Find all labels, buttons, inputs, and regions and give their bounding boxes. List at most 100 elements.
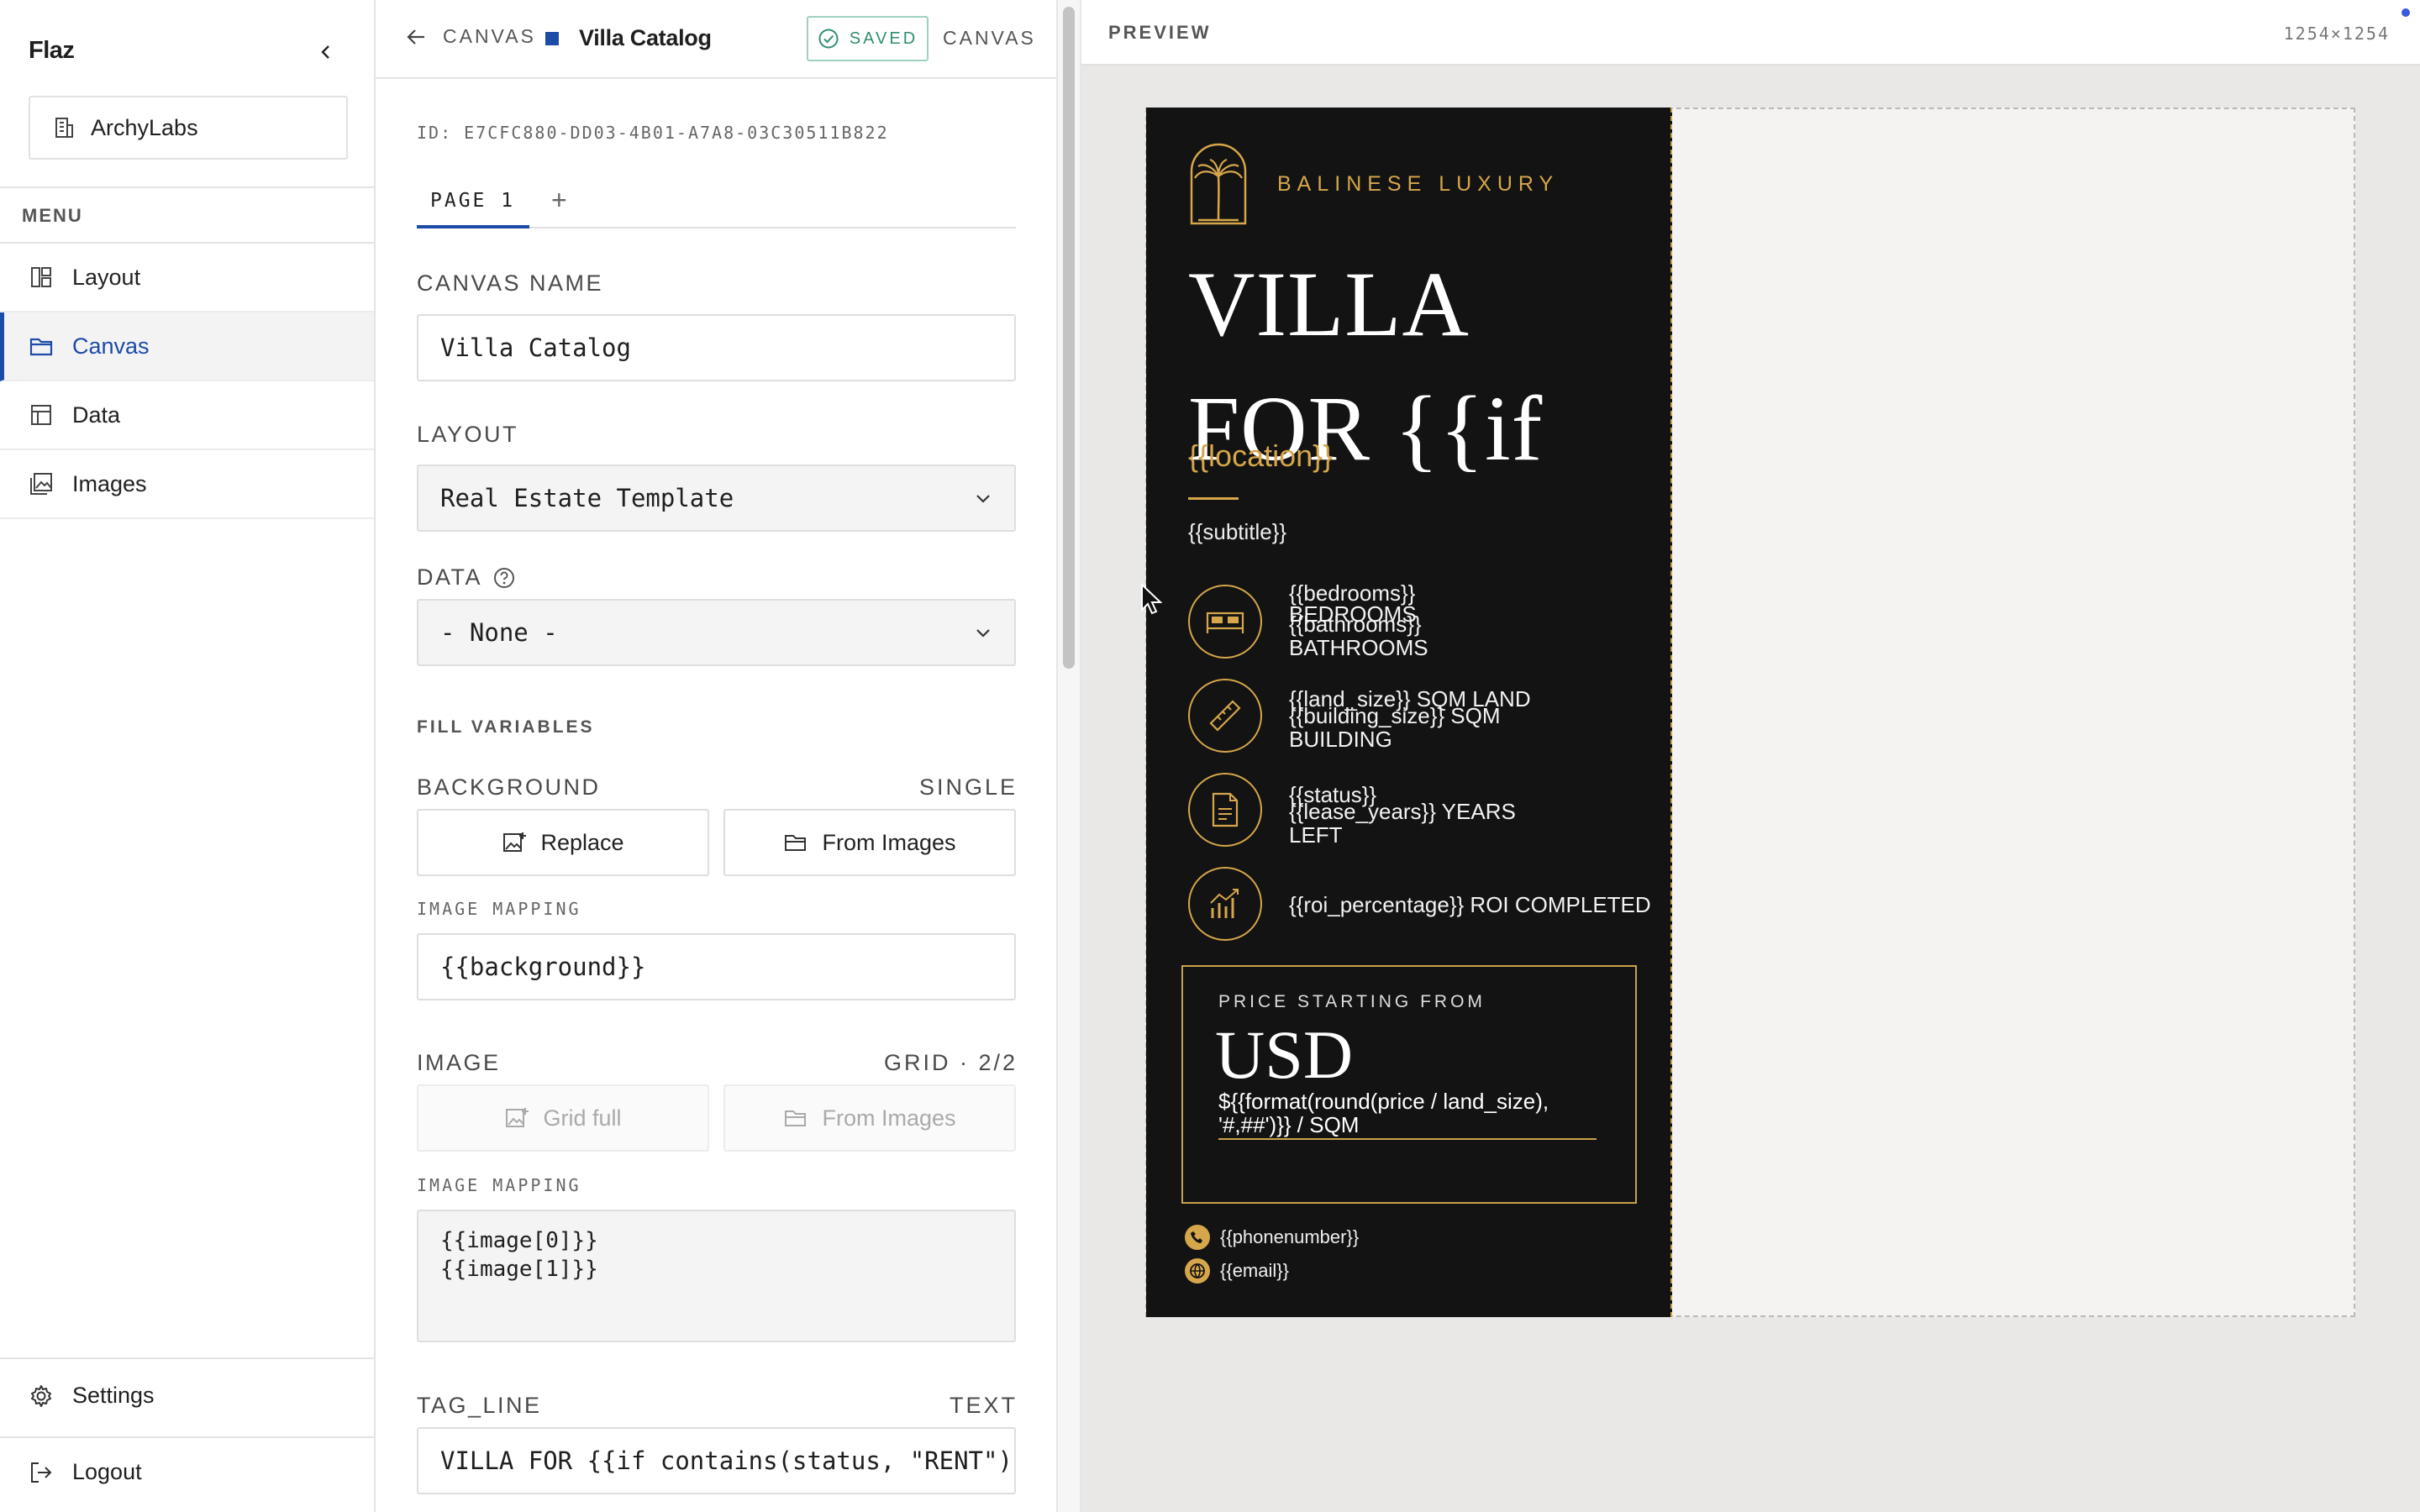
status-dot <box>2402 8 2410 17</box>
data-label: DATA <box>417 564 483 590</box>
image-label: IMAGE <box>417 1050 501 1075</box>
fill-variables-heading: FILL VARIABLES <box>417 717 595 737</box>
canvas-name-label: CANVAS NAME <box>417 270 604 296</box>
workspace-name: ArchyLabs <box>91 114 198 140</box>
folder-open-icon <box>785 835 807 851</box>
poster-preview: BALINESE LUXURY VILLA FOR {{if {{locatio… <box>1146 108 1672 1317</box>
globe-icon <box>1185 1258 1210 1284</box>
tag-line-input[interactable]: VILLA FOR {{if contains(status, "RENT") <box>417 1427 1016 1494</box>
lease-years: {{lease_years}} YEARS <box>1289 799 1516 824</box>
feature-size: {{land_size}} SQM LAND {{building_size}}… <box>1289 687 1531 751</box>
contact-phone: {{phonenumber}} <box>1185 1225 1359 1250</box>
image-add-icon <box>503 832 527 852</box>
price-currency: USD <box>1215 1016 1354 1093</box>
building-size: {{building_size}} SQM <box>1289 703 1501 728</box>
add-page-button[interactable]: + <box>551 185 567 216</box>
menu-heading: MENU <box>22 205 83 226</box>
folder-open-icon <box>785 1110 807 1126</box>
bathrooms-value: {{bathrooms}} <box>1289 612 1422 637</box>
gear-icon <box>31 1384 51 1407</box>
price-label: PRICE STARTING FROM <box>1218 992 1486 1011</box>
table-icon <box>31 405 51 425</box>
sidebar: Flaz ArchyLabs MENU Layout Canvas Data I… <box>0 0 376 1512</box>
data-select[interactable]: - None - <box>417 599 1016 666</box>
sidebar-item-label: Layout <box>72 264 141 290</box>
sidebar-item-label: Canvas <box>72 333 150 359</box>
logout-link[interactable]: Logout <box>29 1459 142 1485</box>
workspace-selector[interactable]: ArchyLabs <box>29 96 348 160</box>
app-brand: Flaz <box>29 37 75 64</box>
sidebar-item-canvas[interactable]: Canvas <box>0 312 374 381</box>
email-value: {{email}} <box>1220 1260 1289 1281</box>
image-kind: GRID · 2/2 <box>883 1050 1018 1075</box>
replace-label: Replace <box>540 829 624 855</box>
settings-link[interactable]: Settings <box>29 1383 155 1409</box>
arrow-left-icon <box>407 29 424 45</box>
poster-brand: BALINESE LUXURY <box>1277 172 1560 196</box>
settings-label: Settings <box>72 1383 155 1408</box>
images-icon <box>30 473 52 495</box>
preview-title: PREVIEW <box>1108 22 1212 43</box>
saved-label: SAVED <box>849 29 918 48</box>
layout-selected-value: Real Estate Template <box>440 484 734 512</box>
from-images-label: From Images <box>822 1105 956 1131</box>
sidebar-item-data[interactable]: Data <box>0 381 374 450</box>
back-to-canvas-link[interactable]: CANVAS <box>406 25 536 48</box>
image-mapping-label: IMAGE MAPPING <box>417 1175 581 1195</box>
sidebar-item-label: Data <box>72 402 121 428</box>
replace-background-button[interactable]: Replace <box>417 809 709 876</box>
background-from-images-button[interactable]: From Images <box>723 809 1016 876</box>
folder-icon <box>29 338 53 356</box>
building-label: BUILDING <box>1289 727 1392 752</box>
canvas-name-input[interactable]: Villa Catalog <box>417 314 1016 381</box>
bed-icon <box>1188 585 1262 659</box>
image-add-icon <box>506 1108 529 1127</box>
background-mapping-label: IMAGE MAPPING <box>417 899 581 919</box>
preview-size: 1254×1254 <box>2283 24 2390 44</box>
editor-header: CANVAS Villa Catalog SAVED CANVAS <box>376 0 1056 79</box>
background-mapping-input[interactable]: {{background}} <box>417 933 1016 1000</box>
image-from-images-button[interactable]: From Images <box>723 1084 1016 1152</box>
tab-page-1[interactable]: PAGE 1 <box>417 190 529 228</box>
contact-email: {{email}} <box>1185 1258 1289 1284</box>
from-images-label: From Images <box>822 829 956 855</box>
price-divider <box>1218 1138 1597 1140</box>
tag-line-label: TAG_LINE <box>417 1393 542 1418</box>
poster-location: {{location}} <box>1188 438 1334 473</box>
price-formula: ${{format(round(price / land_size), '#,#… <box>1218 1089 1549 1137</box>
sidebar-item-label: Images <box>72 470 147 496</box>
feature-status: {{status}} {{lease_years}} YEARS LEFT <box>1289 783 1516 847</box>
sidebar-item-layout[interactable]: Layout <box>0 244 374 312</box>
canvas-id: ID: E7CFC880-DD03-4B01-A7A8-03C30511B822 <box>417 123 889 143</box>
bathrooms-label: BATHROOMS <box>1289 635 1428 660</box>
layout-icon <box>31 267 51 287</box>
editor-scrollbar-thumb[interactable] <box>1063 7 1075 669</box>
image-mapping-textarea[interactable]: {{image[0]}} {{image[1]}} <box>417 1210 1016 1342</box>
background-label: BACKGROUND <box>417 774 601 800</box>
palm-logo-icon <box>1190 143 1247 225</box>
phone-value: {{phonenumber}} <box>1220 1226 1360 1247</box>
gold-divider <box>1188 497 1239 500</box>
ruler-icon <box>1188 679 1262 753</box>
data-label-row: DATA <box>417 564 516 591</box>
saved-status-badge: SAVED <box>807 16 929 61</box>
growth-chart-icon <box>1188 867 1262 941</box>
page-tabs: PAGE 1 + <box>417 185 1016 228</box>
layout-select[interactable]: Real Estate Template <box>417 465 1016 532</box>
lease-left-label: LEFT <box>1289 822 1343 848</box>
price-box: PRICE STARTING FROM USD ${{format(round(… <box>1181 965 1637 1204</box>
feature-rooms: {{bedrooms}} BEDROOMS {{bathrooms}} BATH… <box>1289 581 1428 659</box>
sidebar-item-images[interactable]: Images <box>0 450 374 519</box>
header-section-label: CANVAS <box>943 27 1036 49</box>
collapse-sidebar-button[interactable] <box>311 37 341 67</box>
preview-header: PREVIEW 1254×1254 <box>1081 0 2420 66</box>
headline-line-1: VILLA <box>1188 253 1470 355</box>
tag-line-kind: TEXT <box>949 1393 1018 1418</box>
data-selected-value: - None - <box>440 618 558 647</box>
building-icon <box>55 118 73 138</box>
chevron-down-icon <box>976 495 990 503</box>
canvas-title: Villa Catalog <box>579 25 712 50</box>
grid-full-button[interactable]: Grid full <box>417 1084 709 1152</box>
help-circle-icon[interactable] <box>492 566 516 590</box>
breadcrumb: CANVAS <box>443 25 536 47</box>
